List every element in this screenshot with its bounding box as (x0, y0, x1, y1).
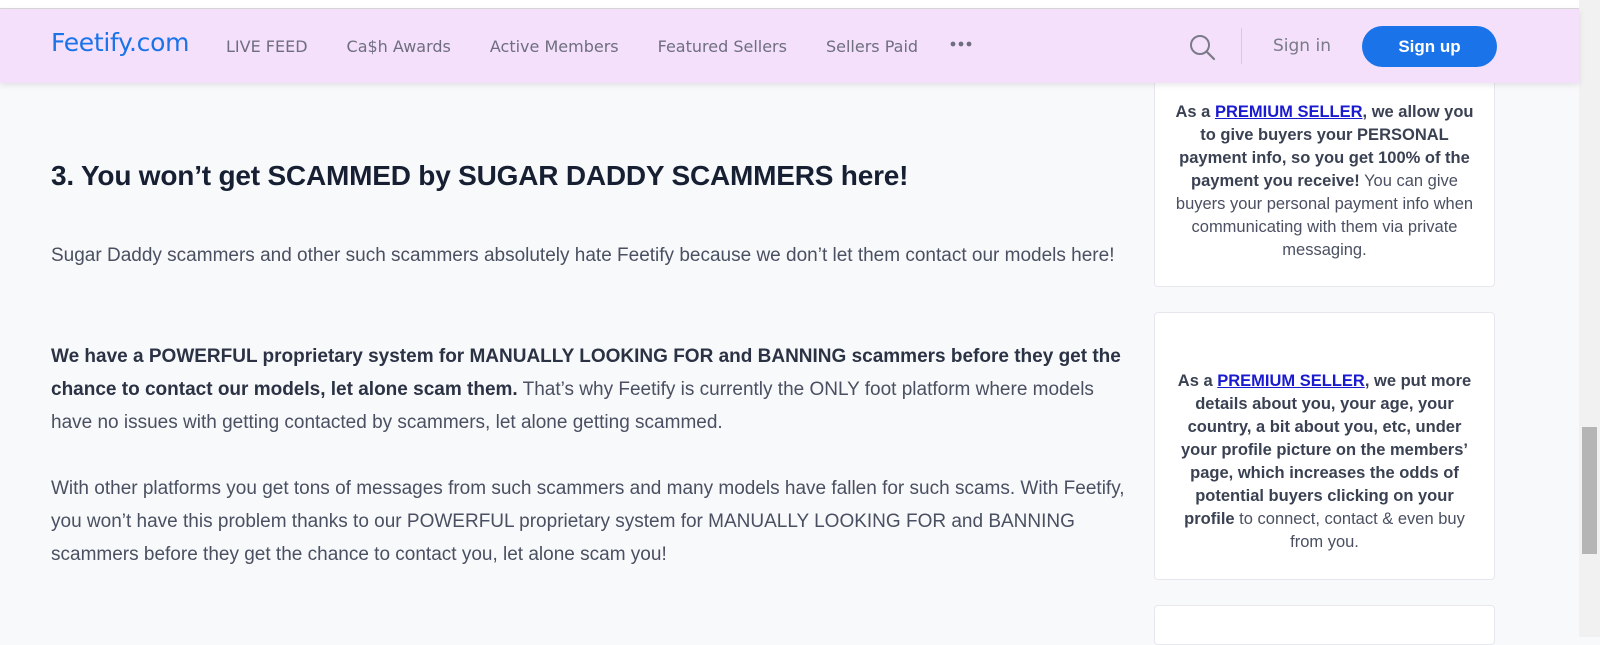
site-logo[interactable]: Feetify.com (51, 28, 189, 57)
card2-prefix: As a (1177, 372, 1218, 390)
premium-card-payment: As a PREMIUM SELLER, we allow you to giv… (1154, 70, 1495, 287)
browser-top-strip (0, 0, 1579, 9)
scrollbar-thumb[interactable] (1582, 427, 1597, 554)
card2-bold: , we put more details about you, your ag… (1181, 372, 1472, 528)
search-icon[interactable] (1187, 32, 1217, 62)
section-heading: 3. You won’t get SCAMMED by SUGAR DADDY … (51, 160, 909, 191)
nav-sellers-paid[interactable]: Sellers Paid (826, 37, 918, 56)
page-scrollbar[interactable] (1579, 0, 1600, 637)
main-nav: LIVE FEED Ca$h Awards Active Members Fea… (226, 37, 957, 56)
card2-rest: to connect, contact & even buy from you. (1234, 510, 1465, 551)
paragraph-2: We have a POWERFUL proprietary system fo… (51, 340, 1129, 439)
premium-seller-link[interactable]: PREMIUM SELLER (1215, 103, 1363, 121)
premium-card-profile: As a PREMIUM SELLER, we put more details… (1154, 312, 1495, 580)
sign-up-button[interactable]: Sign up (1362, 26, 1497, 67)
nav-active-members[interactable]: Active Members (490, 37, 619, 56)
header-divider (1241, 28, 1242, 64)
more-dots-icon[interactable] (949, 34, 973, 54)
article-section: 3. You won’t get SCAMMED by SUGAR DADDY … (51, 160, 1129, 565)
paragraph-1: Sugar Daddy scammers and other such scam… (51, 245, 1115, 266)
sign-in-link[interactable]: Sign in (1273, 36, 1331, 56)
premium-card-partial (1154, 605, 1495, 645)
nav-live-feed[interactable]: LIVE FEED (226, 37, 308, 56)
nav-featured-sellers[interactable]: Featured Sellers (658, 37, 787, 56)
premium-seller-link-2[interactable]: PREMIUM SELLER (1217, 372, 1365, 390)
nav-cash-awards[interactable]: Ca$h Awards (347, 37, 451, 56)
site-header: Feetify.com LIVE FEED Ca$h Awards Active… (0, 9, 1579, 83)
card1-prefix: As a (1175, 103, 1215, 121)
paragraph-3: With other platforms you get tons of mes… (51, 478, 1125, 565)
